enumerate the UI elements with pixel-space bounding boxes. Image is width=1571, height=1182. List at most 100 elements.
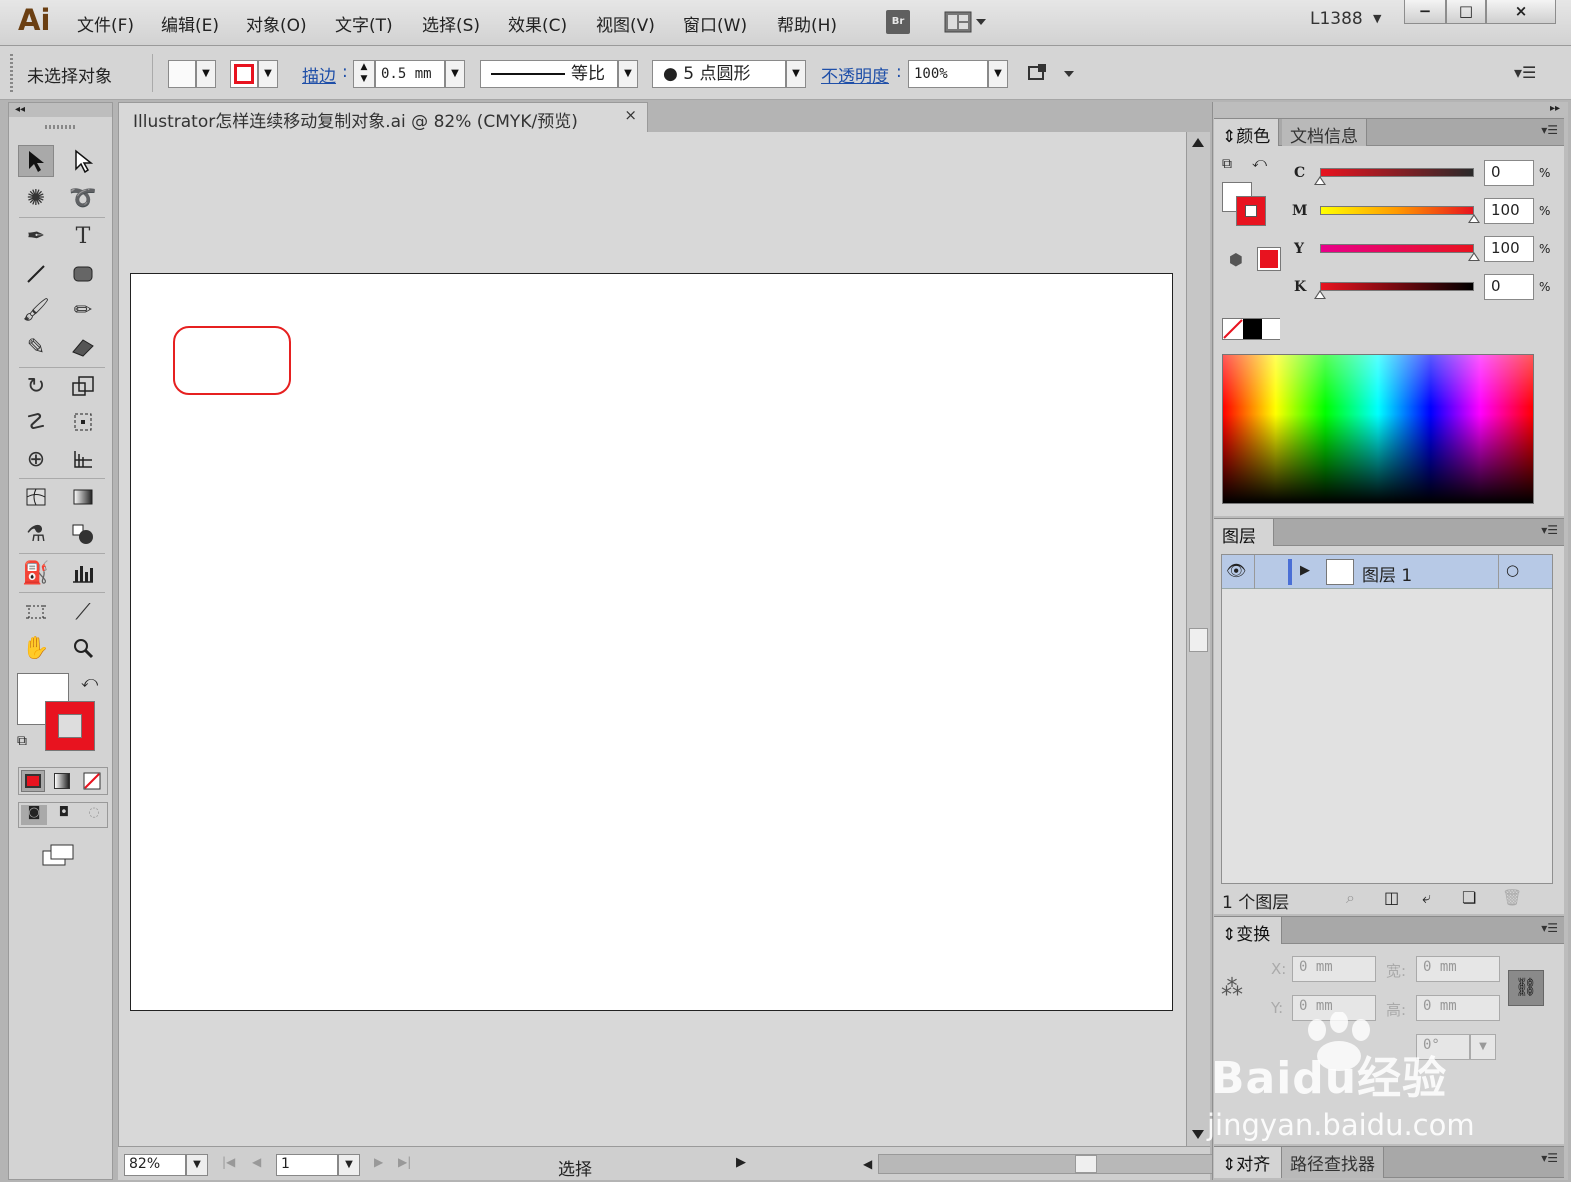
constrain-proportions-button[interactable]: ⛓ [1508,970,1544,1006]
magic-wand-tool[interactable]: ✺ [18,182,54,214]
status-menu-icon[interactable]: ▶ [736,1155,746,1170]
reference-point-icon[interactable]: ⁂ [1221,974,1251,1004]
cyan-field[interactable]: 0 [1484,160,1534,186]
magenta-slider-knob[interactable] [1468,214,1480,223]
perspective-grid-tool[interactable] [65,443,101,475]
yellow-field[interactable]: 100 [1484,236,1534,262]
menu-view[interactable]: 视图(V) [596,11,655,36]
gradient-tool[interactable] [65,481,101,513]
cyan-slider[interactable] [1320,168,1474,177]
blob-brush-tool[interactable]: ✎ [18,331,54,363]
menu-type[interactable]: 文字(T) [335,11,393,36]
arrange-documents-button[interactable] [944,11,988,33]
menu-object[interactable]: 对象(O) [246,11,307,36]
x-field[interactable]: 0 mm [1292,956,1376,982]
artboard-number-field[interactable]: 1 [276,1154,338,1176]
stroke-link[interactable]: 描边 [302,62,336,87]
rotate-tool[interactable]: ↻ [18,370,54,402]
new-layer-icon[interactable]: ❏ [1462,888,1476,907]
brush-dropdown[interactable]: ▼ [786,60,806,88]
panel-stroke-box[interactable] [1236,196,1266,226]
workspace-dropdown-icon[interactable]: ▼ [1373,12,1381,25]
scroll-down-icon[interactable] [1192,1130,1204,1139]
stroke-dropdown[interactable]: ▼ [258,60,278,88]
free-transform-tool[interactable] [65,406,101,438]
magenta-field[interactable]: 100 [1484,198,1534,224]
line-segment-tool[interactable] [18,258,54,290]
draw-behind-button[interactable]: ◘ [51,805,77,825]
symbol-sprayer-tool[interactable]: ⛽ [18,557,54,589]
minimize-button[interactable]: − [1404,0,1446,24]
paintbrush-tool[interactable]: 🖌 [18,294,54,326]
delete-layer-icon[interactable]: 🗑 [1502,888,1522,907]
height-field[interactable]: 0 mm [1416,995,1500,1021]
screen-mode-button[interactable] [41,841,77,869]
black-slider-knob[interactable] [1314,290,1326,299]
opacity-dropdown[interactable]: ▼ [988,60,1008,88]
vertical-scroll-thumb[interactable] [1189,628,1208,652]
menu-select[interactable]: 选择(S) [422,11,480,36]
collapse-toolbar-icon[interactable]: ◂◂ [9,103,112,117]
control-panel-menu-icon[interactable]: ▾☰ [1514,63,1536,82]
tab-pathfinder[interactable]: 路径查找器 [1282,1147,1384,1178]
eraser-tool[interactable] [65,331,101,363]
profile-dropdown[interactable]: ▼ [618,60,638,88]
swap-colors-icon[interactable]: ⤺ [1252,155,1267,171]
black-swatch[interactable] [1243,319,1262,339]
color-spectrum[interactable] [1222,354,1534,504]
locate-object-icon[interactable]: ⌕ [1346,888,1355,908]
collapse-dock-icon[interactable]: ▸▸ [1213,102,1568,116]
color-panel-menu-icon[interactable]: ▾☰ [1541,123,1558,137]
layer-target-icon[interactable]: ○ [1506,561,1519,579]
tab-align[interactable]: ⇕对齐 [1214,1147,1282,1178]
slice-tool[interactable]: ⟋ [65,596,101,628]
zoom-field[interactable]: 82% [124,1154,186,1176]
stroke-weight-stepper[interactable]: ▲ ▼ [353,60,375,88]
yellow-slider-knob[interactable] [1468,252,1480,261]
scale-tool[interactable] [65,370,101,402]
rounded-rectangle-object[interactable] [173,326,291,395]
eyedropper-tool[interactable]: ⚗ [18,518,54,550]
shear-field[interactable]: 0° [1416,1034,1470,1060]
fill-swatch[interactable] [168,60,196,88]
scroll-up-icon[interactable] [1192,138,1204,147]
tab-transform[interactable]: ⇕变换 [1214,917,1282,945]
draw-inside-button[interactable]: ◌ [81,805,107,825]
horizontal-scroll-thumb[interactable] [1075,1155,1097,1173]
color-mode-button[interactable] [21,770,45,792]
hand-tool[interactable]: ✋ [18,632,54,664]
shear-dropdown[interactable]: ▼ [1470,1034,1496,1060]
artboard-dropdown[interactable]: ▼ [338,1154,360,1176]
menu-file[interactable]: 文件(F) [77,11,134,36]
menu-effect[interactable]: 效果(C) [508,11,567,36]
yellow-slider[interactable] [1320,244,1474,253]
opacity-field[interactable]: 100% [908,60,988,88]
opacity-link[interactable]: 不透明度 [821,62,889,87]
layer-name[interactable]: 图层 1 [1362,561,1412,586]
workspace-name[interactable]: L1388 [1310,9,1363,29]
next-artboard-icon[interactable]: ▶ [374,1155,383,1169]
stroke-color-box[interactable] [45,701,95,751]
width-field[interactable]: 0 mm [1416,956,1500,982]
last-artboard-icon[interactable]: ▶| [398,1155,411,1169]
warp-tool[interactable]: ☡ [18,406,54,438]
previous-artboard-icon[interactable]: ◀ [252,1155,261,1169]
blend-tool[interactable] [65,518,101,550]
none-mode-button[interactable] [81,770,105,792]
menu-edit[interactable]: 编辑(E) [161,11,219,36]
direct-selection-tool[interactable] [65,145,101,177]
column-graph-tool[interactable] [65,557,101,589]
new-sublayer-icon[interactable]: ⤶ [1422,888,1431,908]
gradient-mode-button[interactable] [51,770,75,792]
bridge-button[interactable]: Br [886,10,910,34]
make-clipping-mask-icon[interactable]: ◫ [1384,888,1399,907]
rounded-rectangle-tool[interactable] [65,258,101,290]
default-colors-icon[interactable]: ⧉ [1222,156,1232,172]
tab-color[interactable]: ⇕颜色 [1214,119,1280,147]
pencil-tool[interactable]: ✏ [65,294,101,326]
zoom-dropdown[interactable]: ▼ [186,1154,208,1176]
layer-row[interactable]: 👁 ▶ 图层 1 ○ [1222,555,1552,589]
zoom-tool[interactable] [65,632,101,664]
default-fill-stroke-icon[interactable]: ⧉ [17,733,27,749]
fill-dropdown[interactable]: ▼ [196,60,216,88]
